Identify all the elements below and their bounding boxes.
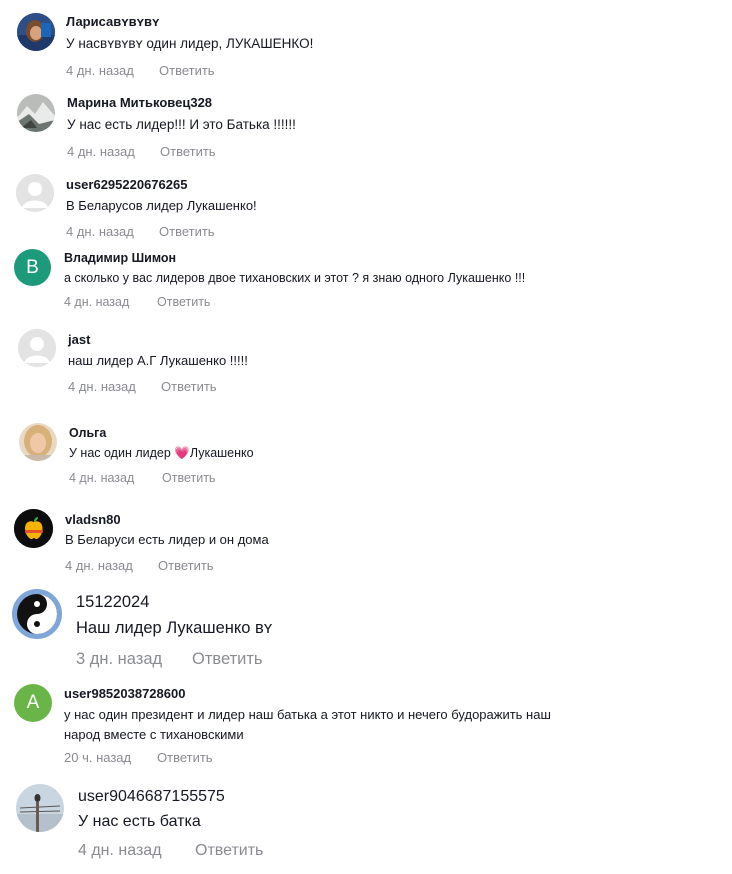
comment-username[interactable]: user9852038728600 [64,686,551,701]
comment-text: У нас один лидер 💗Лукашенко [69,446,254,461]
avatar[interactable] [17,94,55,132]
comment-username[interactable]: Марина Митьковец328 [67,95,296,110]
comment-time: 4 дн. назад [78,842,162,859]
comment-text-part: Лукашенко [189,446,254,460]
reply-button[interactable]: Ответить [157,295,210,309]
comment-time: 4 дн. назад [66,224,134,239]
avatar[interactable] [16,174,54,212]
heart-emoji-icon: 💗 [174,446,190,460]
comment-username[interactable]: Ольга [69,426,254,440]
comment-time: 4 дн. назад [65,558,133,573]
avatar[interactable] [14,509,53,548]
comment-username[interactable]: Владимир Шимон [64,251,525,265]
reply-button[interactable]: Ответить [162,471,215,485]
comment-username[interactable]: user9046687155575 [78,788,263,806]
comment-text: наш лидер А.Г Лукашенко !!!!! [68,353,248,368]
default-user-icon [16,174,54,212]
reply-button[interactable]: Ответить [157,750,213,765]
avatar[interactable]: В [14,249,51,286]
avatar[interactable] [18,329,56,367]
bird-photo-icon [16,784,64,832]
comment-time: 20 ч. назад [64,750,132,765]
reply-button[interactable]: Ответить [158,558,214,573]
comment-username[interactable]: 15122024 [76,593,272,612]
comment-username[interactable]: vladsn80 [65,512,269,527]
reply-button[interactable]: Ответить [159,63,215,78]
comment-text: В Беларусов лидер Лукашенко! [66,198,257,213]
comment-text: а сколько у вас лидеров двое тихановских… [64,271,526,285]
avatar[interactable] [12,589,62,639]
comment-text: У насʙʏʙʏʙʏ один лидер, ЛУКАШЕНКО! [66,36,314,51]
avatar[interactable] [19,423,57,461]
comment-time: 3 дн. назад [76,650,163,668]
comment-text-line1: у нас один президент и лидер наш батька … [64,707,551,722]
reply-button[interactable]: Ответить [160,144,216,159]
avatar[interactable] [17,13,55,51]
landscape-photo-icon [17,94,55,132]
comment-time: 4 дн. назад [67,144,135,159]
comment-text-line2: народ вместе с тихановскими [64,727,244,742]
comment-time: 4 дн. назад [69,471,135,485]
comment-time: 4 дн. назад [66,63,134,78]
comment-text: Наш лидер Лукашенко ʙʏ [76,619,273,637]
comment-time: 4 дн. назад [64,295,130,309]
reply-button[interactable]: Ответить [161,379,217,394]
comment-time: 4 дн. назад [68,379,136,394]
comment-username[interactable]: Ларисаʙʏʙʏʙʏ [66,14,313,29]
reply-button[interactable]: Ответить [192,650,263,669]
reply-button[interactable]: Ответить [159,224,215,239]
avatar-letter: A [26,692,40,713]
comment-text: У нас есть лидер!!! И это Батька !!!!!! [67,117,296,132]
comment-username[interactable]: user6295220676265 [66,177,257,192]
user-photo-icon [17,13,55,51]
comment-text-part: У нас один лидер [69,446,175,460]
avatar[interactable] [16,784,64,832]
apple-logo-icon [14,509,53,548]
comment-text: У нас есть батка [78,813,201,830]
yin-yang-icon [12,589,62,639]
default-user-icon [18,329,56,367]
avatar-letter: В [26,256,39,278]
comment-text: В Беларуси есть лидер и он дома [65,532,269,547]
avatar[interactable]: A [14,684,52,722]
reply-button[interactable]: Ответить [195,842,263,860]
comment-username[interactable]: jast [68,332,248,347]
woman-photo-icon [19,423,57,461]
